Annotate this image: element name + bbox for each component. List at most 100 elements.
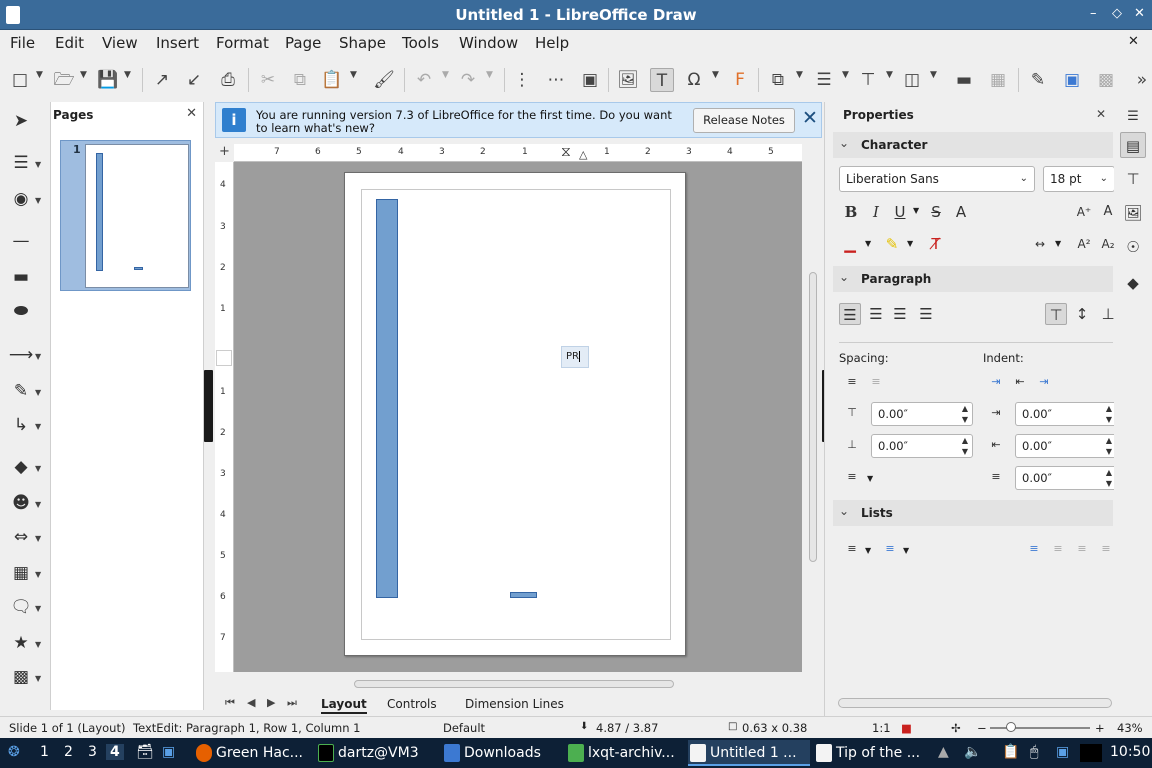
indent-marker-icon[interactable]: ⧖ xyxy=(561,144,571,160)
prev-tab-icon[interactable]: ◀ xyxy=(247,696,255,709)
align-objects-icon[interactable]: ☰ xyxy=(812,68,836,92)
open-dropdown-icon[interactable]: ▼ xyxy=(80,70,87,80)
text-box-icon[interactable]: T xyxy=(650,68,674,92)
drawing-canvas[interactable]: PR xyxy=(234,162,802,672)
symbol-shapes-dropdown-icon[interactable]: ▼ xyxy=(35,500,41,509)
right-indent-marker-icon[interactable]: △ xyxy=(579,148,587,161)
horizontal-ruler[interactable]: 7 6 5 4 3 2 1 ⧖ △ 1 2 3 4 5 xyxy=(234,144,802,162)
taskbar-window-downloads[interactable]: Downloads xyxy=(442,740,562,766)
crop-icon[interactable]: ▦ xyxy=(986,68,1010,92)
3d-objects-dropdown-icon[interactable]: ▼ xyxy=(35,674,41,683)
menu-help[interactable]: Help xyxy=(535,34,569,52)
points-icon[interactable]: ✎ xyxy=(1026,68,1050,92)
zoom-slider[interactable] xyxy=(990,722,1090,732)
paste-dropdown-icon[interactable]: ▼ xyxy=(350,70,357,80)
last-tab-icon[interactable]: ⏭ xyxy=(287,696,297,710)
underline-dropdown-icon[interactable]: ▼ xyxy=(913,206,919,215)
menu-window[interactable]: Window xyxy=(459,34,518,52)
workspace-3[interactable]: 3 xyxy=(88,744,97,760)
arrange-dropdown-icon[interactable]: ▼ xyxy=(886,70,893,80)
zoom-level[interactable]: 43% xyxy=(1117,721,1143,735)
fit-page-icon[interactable]: ✢ xyxy=(951,721,961,735)
vertical-ruler[interactable]: 4 3 2 1 1 2 3 4 5 6 7 xyxy=(215,162,234,672)
decrease-spacing-icon[interactable]: ≡ xyxy=(865,371,887,393)
strikethrough-icon[interactable]: S xyxy=(925,201,947,223)
distribute-dropdown-icon[interactable]: ▼ xyxy=(930,70,937,80)
ellipse-tool-icon[interactable]: ⬬ xyxy=(8,298,34,324)
decrease-indent-icon[interactable]: ⇤ xyxy=(1009,371,1031,393)
page-thumbnail[interactable] xyxy=(85,144,189,288)
text-box[interactable]: PR xyxy=(561,346,589,368)
underline-icon[interactable]: U xyxy=(889,201,911,223)
zoom-out-button[interactable]: − xyxy=(977,721,987,735)
align-middle-icon[interactable]: ↕ xyxy=(1071,303,1093,325)
outline-icon[interactable]: A xyxy=(950,201,972,223)
workspace-1[interactable]: 1 xyxy=(40,744,49,760)
align-center-icon[interactable]: ☰ xyxy=(865,303,887,325)
fill-color-icon[interactable]: ◉ xyxy=(8,186,34,212)
menu-tools[interactable]: Tools xyxy=(402,34,439,52)
line-spacing-dropdown-icon[interactable]: ▼ xyxy=(867,474,873,483)
symbol-shapes-icon[interactable]: ☻ xyxy=(8,490,34,516)
new-dropdown-icon[interactable]: ▼ xyxy=(36,70,43,80)
export-icon[interactable]: ↗ xyxy=(150,68,174,92)
tab-controls[interactable]: Controls xyxy=(387,694,437,714)
font-size-field[interactable]: 18 pt ⌄ xyxy=(1043,166,1115,192)
curve-tool-icon[interactable]: ✎ xyxy=(8,378,34,404)
increase-indent-icon[interactable]: ⇥ xyxy=(985,371,1007,393)
horizontal-scroll-thumb[interactable] xyxy=(354,680,674,688)
toggle-extrusion-icon[interactable]: ▩ xyxy=(1094,68,1118,92)
screen-icon[interactable]: ▣ xyxy=(1056,744,1069,760)
line-color-dropdown-icon[interactable]: ▼ xyxy=(35,160,41,169)
select-arrow-icon[interactable]: ➤ xyxy=(8,108,34,134)
transformations-dropdown-icon[interactable]: ▼ xyxy=(796,70,803,80)
highlight-color-icon[interactable]: ✎ xyxy=(881,233,903,255)
below-paragraph-spacing[interactable]: 0.00″ ▲ ▼ xyxy=(871,434,973,458)
line-tool-icon[interactable]: — xyxy=(8,228,34,254)
font-color-dropdown-icon[interactable]: ▼ xyxy=(865,239,871,248)
helplines-icon[interactable]: ⋯ xyxy=(544,68,568,92)
menu-view[interactable]: View xyxy=(102,34,138,52)
page-thumbnail-selected[interactable]: 1 xyxy=(60,140,191,291)
new-icon[interactable]: □ xyxy=(8,68,32,92)
fontwork-icon[interactable]: F xyxy=(728,68,752,92)
save-icon[interactable]: 💾 xyxy=(96,68,120,92)
workspace-4[interactable]: 4 xyxy=(106,744,124,760)
close-window-button[interactable]: ✕ xyxy=(1134,6,1145,21)
minimize-button[interactable]: – xyxy=(1090,6,1097,21)
clear-formatting-icon[interactable]: T̸ xyxy=(925,233,947,255)
lists-section-header[interactable]: ⌄ Lists xyxy=(833,500,1113,526)
align-right-icon[interactable]: ☰ xyxy=(889,303,911,325)
hanging-indent-icon[interactable]: ⇥ xyxy=(1033,371,1055,393)
3d-objects-icon[interactable]: ▩ xyxy=(8,664,34,690)
tab-dimension-lines[interactable]: Dimension Lines xyxy=(465,694,564,714)
tab-stop-icon[interactable]: + xyxy=(219,144,230,159)
arrow-dropdown-icon[interactable]: ▼ xyxy=(35,352,41,361)
release-notes-button[interactable]: Release Notes xyxy=(693,108,795,133)
sidebar-menu-icon[interactable]: ☰ xyxy=(1120,104,1146,130)
align-top-icon[interactable]: ⊤ xyxy=(1045,303,1067,325)
above-paragraph-spacing[interactable]: 0.00″ ▲ ▼ xyxy=(871,402,973,426)
spin-arrows-icon[interactable]: ▲ ▼ xyxy=(1106,467,1112,489)
small-rectangle-shape[interactable] xyxy=(510,592,537,598)
menu-insert[interactable]: Insert xyxy=(156,34,199,52)
clipboard-icon[interactable]: 📋 xyxy=(1002,744,1019,760)
terminal-tray-icon[interactable] xyxy=(1080,744,1102,762)
menu-shape[interactable]: Shape xyxy=(339,34,386,52)
horizontal-scrollbar[interactable] xyxy=(220,678,802,690)
spin-arrows-icon[interactable]: ▲ ▼ xyxy=(962,403,968,425)
sidebar-close-button[interactable]: ✕ xyxy=(1096,107,1106,121)
before-text-indent[interactable]: 0.00″ ▲ ▼ xyxy=(1015,402,1117,426)
special-character-dropdown-icon[interactable]: ▼ xyxy=(712,70,719,80)
block-arrows-icon[interactable]: ⇔ xyxy=(8,524,34,550)
italic-icon[interactable]: I xyxy=(865,201,887,223)
stars-dropdown-icon[interactable]: ▼ xyxy=(35,640,41,649)
clock[interactable]: 10:50 xyxy=(1110,744,1150,760)
bold-icon[interactable]: B xyxy=(840,201,862,223)
network-icon[interactable]: 🖱 xyxy=(1030,744,1038,760)
unordered-list-icon[interactable]: ≡ xyxy=(841,538,863,560)
distribute-icon[interactable]: ◫ xyxy=(900,68,924,92)
increase-spacing-icon[interactable]: ≡ xyxy=(841,371,863,393)
spin-arrows-icon[interactable]: ▲ ▼ xyxy=(1106,435,1112,457)
basic-shapes-dropdown-icon[interactable]: ▼ xyxy=(35,464,41,473)
